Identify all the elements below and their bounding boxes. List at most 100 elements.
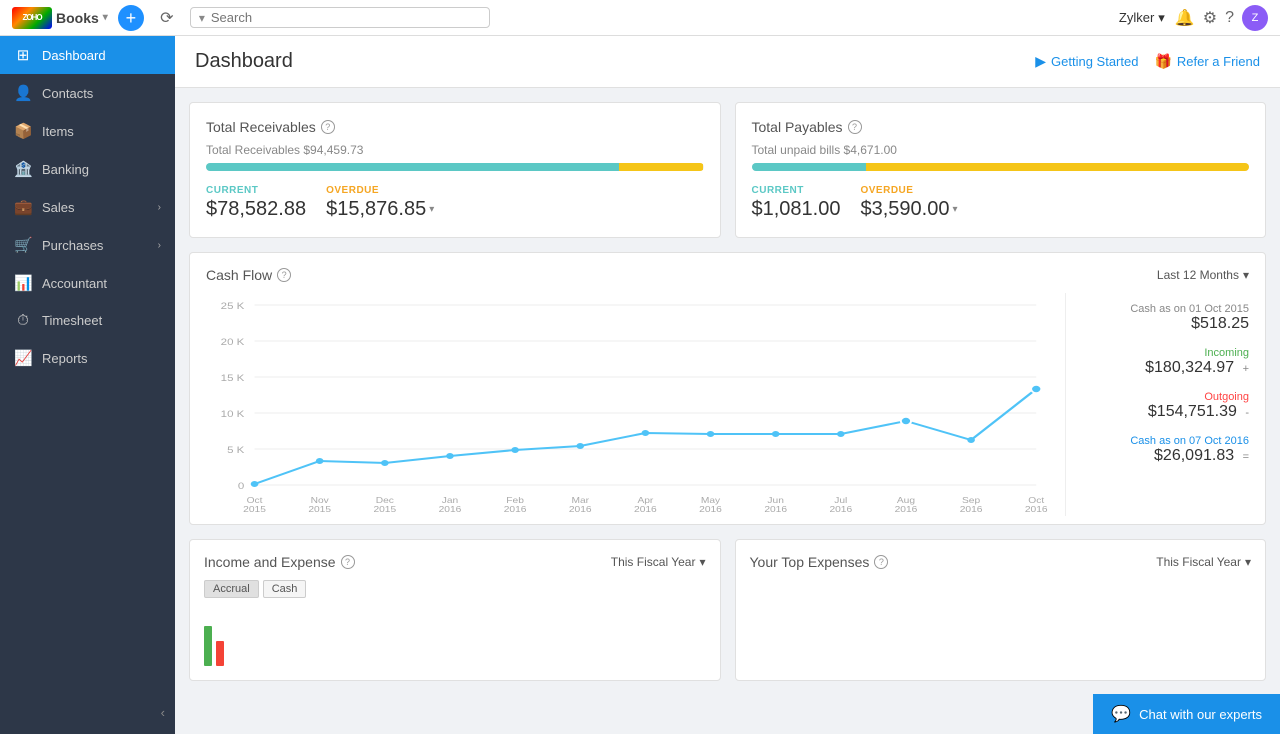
sidebar-item-sales[interactable]: 💼 Sales › xyxy=(0,188,175,226)
chat-button[interactable]: 💬 Chat with our experts xyxy=(1093,694,1280,734)
main-content: Dashboard ▶ Getting Started 🎁 Refer a Fr… xyxy=(175,36,1280,734)
cashflow-filter[interactable]: Last 12 Months ▾ xyxy=(1157,268,1249,282)
gift-icon: 🎁 xyxy=(1154,53,1171,70)
cashflow-info-icon[interactable]: ? xyxy=(277,268,291,282)
history-button[interactable]: ⟳ xyxy=(154,5,180,31)
svg-text:2015: 2015 xyxy=(243,505,266,513)
income-expense-filter[interactable]: This Fiscal Year ▾ xyxy=(611,555,706,569)
sidebar-item-label: Timesheet xyxy=(42,313,102,328)
svg-text:Dec: Dec xyxy=(376,496,395,505)
cash-end-value: $26,091.83 = xyxy=(1154,447,1249,465)
refer-friend-link[interactable]: 🎁 Refer a Friend xyxy=(1154,53,1260,70)
payables-overdue-block: OVERDUE $3,590.00 ▾ xyxy=(860,185,957,221)
sidebar-item-label: Dashboard xyxy=(42,48,106,63)
layout: ⊞ Dashboard 👤 Contacts 📦 Items 🏦 Banking… xyxy=(0,36,1280,734)
search-dropdown-icon[interactable]: ▾ xyxy=(199,11,205,25)
sidebar-item-reports[interactable]: 📈 Reports xyxy=(0,339,175,377)
sidebar-item-label: Purchases xyxy=(42,238,103,253)
cashflow-card: Cash Flow ? Last 12 Months ▾ 25 K 20 K 1… xyxy=(189,252,1266,525)
top-expenses-info-icon[interactable]: ? xyxy=(874,555,888,569)
accrual-toggle[interactable]: Accrual xyxy=(204,580,259,598)
chat-icon: 💬 xyxy=(1111,704,1131,724)
top-expenses-filter[interactable]: This Fiscal Year ▾ xyxy=(1156,555,1251,569)
accountant-icon: 📊 xyxy=(14,274,32,292)
receivables-overdue-dropdown[interactable]: $15,876.85 ▾ xyxy=(326,198,434,221)
page-header: Dashboard ▶ Getting Started 🎁 Refer a Fr… xyxy=(175,36,1280,88)
income-expense-title: Income and Expense ? xyxy=(204,554,355,570)
add-button[interactable]: + xyxy=(118,5,144,31)
payables-dropdown-arrow: ▾ xyxy=(952,204,957,215)
cashflow-filter-arrow: ▾ xyxy=(1243,268,1249,282)
sidebar-item-purchases[interactable]: 🛒 Purchases › xyxy=(0,226,175,264)
chat-label: Chat with our experts xyxy=(1139,707,1262,722)
sidebar-item-dashboard[interactable]: ⊞ Dashboard xyxy=(0,36,175,74)
brand-name: Books xyxy=(56,10,99,26)
cash-start-label: Cash as on 01 Oct 2015 xyxy=(1130,303,1249,315)
receivables-current-label: CURRENT xyxy=(206,185,306,196)
bell-icon[interactable]: 🔔 xyxy=(1175,8,1195,28)
income-expense-header: Income and Expense ? This Fiscal Year ▾ xyxy=(204,554,706,570)
cash-toggle[interactable]: Cash xyxy=(263,580,307,598)
cashflow-body: 25 K 20 K 15 K 10 K 5 K 0 xyxy=(190,293,1265,516)
brand-logo: ZOHO xyxy=(12,7,52,29)
page-header-actions: ▶ Getting Started 🎁 Refer a Friend xyxy=(1035,53,1260,70)
sidebar-item-timesheet[interactable]: ⏱ Timesheet xyxy=(0,302,175,339)
payables-info-icon[interactable]: ? xyxy=(848,120,862,134)
outgoing-sign: - xyxy=(1245,407,1249,419)
sidebar-item-label: Accountant xyxy=(42,276,107,291)
svg-text:2016: 2016 xyxy=(764,505,787,513)
getting-started-link[interactable]: ▶ Getting Started xyxy=(1035,53,1138,70)
svg-text:20 K: 20 K xyxy=(221,338,245,348)
search-input[interactable] xyxy=(211,10,481,25)
brand[interactable]: ZOHO Books ▾ xyxy=(12,7,108,29)
top-expenses-title: Your Top Expenses ? xyxy=(750,554,889,570)
user-menu[interactable]: Zylker ▾ xyxy=(1119,10,1165,26)
receivables-info-icon[interactable]: ? xyxy=(321,120,335,134)
timesheet-icon: ⏱ xyxy=(14,312,32,329)
sidebar: ⊞ Dashboard 👤 Contacts 📦 Items 🏦 Banking… xyxy=(0,36,175,734)
cash-start-value: $518.25 xyxy=(1191,315,1249,333)
sidebar-item-label: Reports xyxy=(42,351,88,366)
avatar[interactable]: Z xyxy=(1242,5,1268,31)
purchases-icon: 🛒 xyxy=(14,236,32,254)
outgoing-row: Outgoing $154,751.39 - xyxy=(1082,391,1249,421)
income-expense-info-icon[interactable]: ? xyxy=(341,555,355,569)
payables-teal-bar xyxy=(752,163,866,171)
payables-title: Total Payables ? xyxy=(752,119,1250,135)
income-expense-filter-arrow: ▾ xyxy=(699,555,705,569)
help-icon[interactable]: ? xyxy=(1225,9,1234,27)
payables-current-label: CURRENT xyxy=(752,185,841,196)
sales-icon: 💼 xyxy=(14,198,32,216)
cashflow-chart-area: 25 K 20 K 15 K 10 K 5 K 0 xyxy=(190,293,1065,516)
svg-text:Jul: Jul xyxy=(834,496,847,505)
sidebar-item-banking[interactable]: 🏦 Banking xyxy=(0,150,175,188)
cash-end-label: Cash as on 07 Oct 2016 xyxy=(1130,435,1249,447)
income-expense-card: Income and Expense ? This Fiscal Year ▾ … xyxy=(189,539,721,681)
gear-icon[interactable]: ⚙ xyxy=(1203,8,1217,28)
reports-icon: 📈 xyxy=(14,349,32,367)
sidebar-item-contacts[interactable]: 👤 Contacts xyxy=(0,74,175,112)
income-expense-chart-placeholder xyxy=(204,606,706,666)
page-title: Dashboard xyxy=(195,50,293,73)
sidebar-collapse-button[interactable]: ‹ xyxy=(0,699,175,726)
svg-text:Jun: Jun xyxy=(767,496,783,505)
svg-text:2016: 2016 xyxy=(569,505,592,513)
incoming-value: $180,324.97 + xyxy=(1145,359,1249,377)
payables-overdue-dropdown[interactable]: $3,590.00 ▾ xyxy=(860,198,957,221)
incoming-label: Incoming xyxy=(1204,347,1249,359)
svg-text:2015: 2015 xyxy=(373,505,396,513)
sidebar-item-accountant[interactable]: 📊 Accountant xyxy=(0,264,175,302)
payables-current-block: CURRENT $1,081.00 xyxy=(752,185,841,221)
refer-friend-label: Refer a Friend xyxy=(1177,54,1260,69)
receivables-overdue-value: $15,876.85 xyxy=(326,198,426,221)
sidebar-item-label: Items xyxy=(42,124,74,139)
receivables-title: Total Receivables ? xyxy=(206,119,704,135)
cash-start-row: Cash as on 01 Oct 2015 $518.25 xyxy=(1082,303,1249,333)
sidebar-item-items[interactable]: 📦 Items xyxy=(0,112,175,150)
svg-text:Aug: Aug xyxy=(897,496,915,505)
receivables-yellow-bar xyxy=(619,163,704,171)
top-expenses-card: Your Top Expenses ? This Fiscal Year ▾ xyxy=(735,539,1267,681)
toggle-buttons: Accrual Cash xyxy=(204,580,706,598)
svg-text:Jan: Jan xyxy=(442,496,458,505)
svg-text:0: 0 xyxy=(238,482,245,492)
